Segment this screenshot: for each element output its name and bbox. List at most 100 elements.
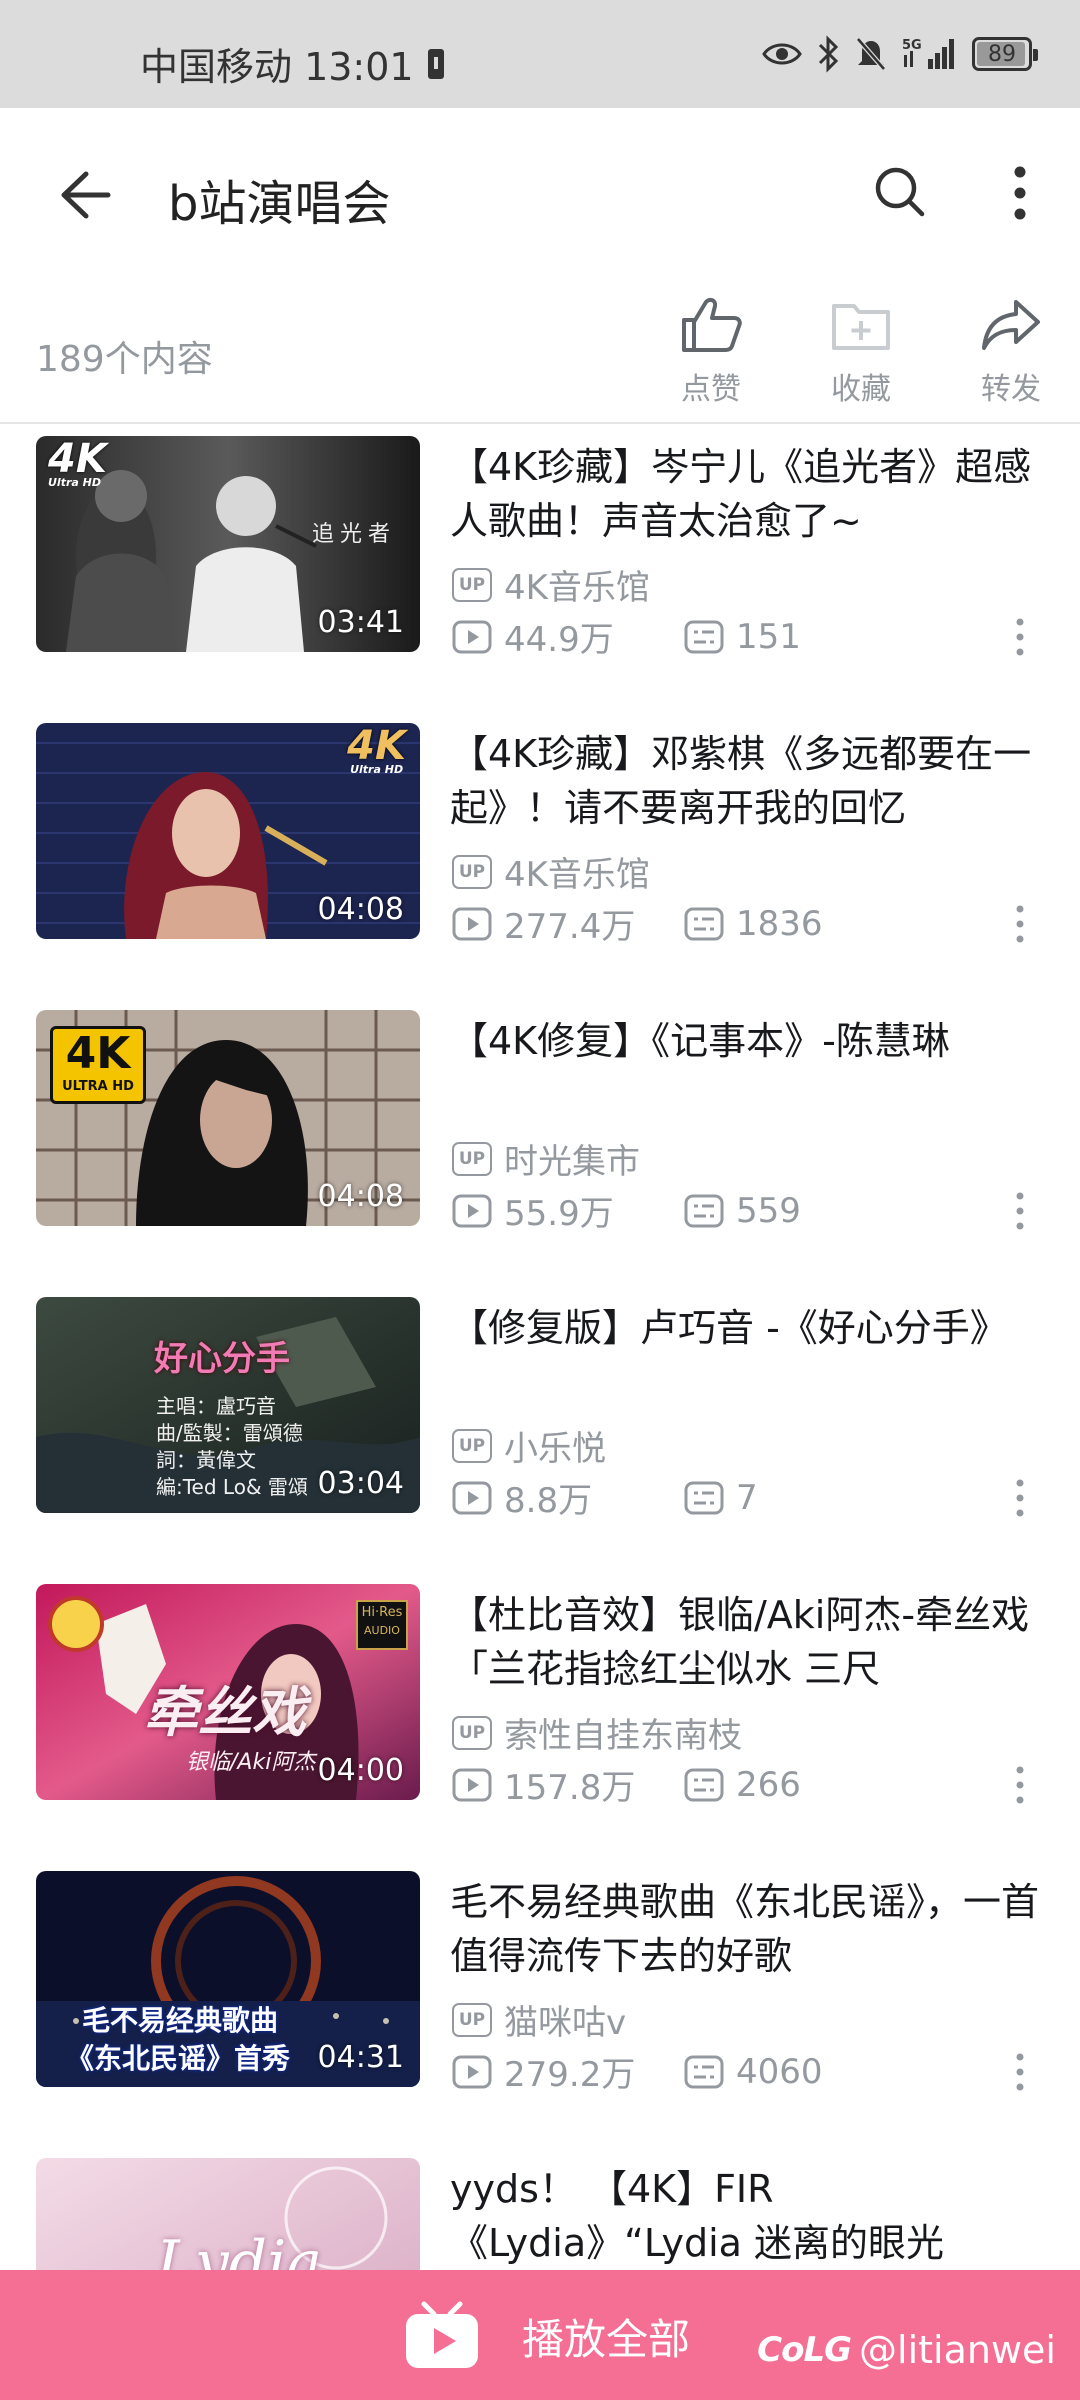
status-left: 中国移动 13:01	[140, 36, 444, 91]
video-item[interactable]: 4K Ultra HD 追光者 03:41 【4K珍藏】岑宁儿《追光者》超感人歌…	[0, 426, 1080, 713]
video-duration: 04:08	[317, 892, 404, 927]
thumb-title: 牵丝戏	[144, 1681, 306, 1744]
bluetooth-icon	[816, 34, 840, 74]
favorite-button[interactable]: 收藏	[806, 294, 916, 408]
uploader-row: UP 4K音乐馆	[452, 560, 650, 609]
uploader-name: 4K音乐馆	[504, 568, 650, 608]
video-item[interactable]: 4K Ultra HD 04:08 【4K珍藏】邓紫棋《多远都要在一起》！请不要…	[0, 713, 1080, 1000]
video-item[interactable]: 4K ULTRA HD 04:08 【4K修复】《记事本》-陈慧琳 UP 时光集…	[0, 1000, 1080, 1287]
up-icon: UP	[452, 567, 492, 602]
stats-row: 8.8万 7	[452, 1473, 758, 1522]
video-thumbnail[interactable]: 毛不易经典歌曲 《东北民谣》首秀 04:31	[36, 1871, 420, 2087]
play-count-icon	[452, 2055, 492, 2088]
status-right: 5G 89	[762, 34, 1038, 74]
watermark: CoLG @litianwei	[757, 2328, 1056, 2372]
danmaku-icon	[684, 2055, 724, 2088]
view-count: 157.8万	[452, 1760, 684, 1809]
watermark-logo: CoLG	[757, 2330, 852, 2370]
video-duration: 03:41	[317, 605, 404, 640]
more-vertical-icon	[1014, 166, 1026, 220]
video-title: yyds！ 【4K】FIR《Lydia》“Lydia 迷离的眼光	[450, 2167, 945, 2265]
play-all-button[interactable]: 播放全部	[402, 2300, 690, 2372]
video-thumbnail[interactable]: 4K Ultra HD 04:08	[36, 723, 420, 939]
comment-count: 1836	[684, 904, 823, 944]
item-more-button[interactable]	[1004, 901, 1036, 947]
video-title: 【修复版】卢巧音 -《好心分手》	[450, 1306, 1008, 1350]
thumb-text: 追光者	[312, 522, 397, 547]
favorite-label: 收藏	[831, 372, 891, 407]
search-button[interactable]	[868, 160, 932, 224]
video-duration: 04:08	[317, 1179, 404, 1214]
like-button[interactable]: 点赞	[656, 294, 766, 408]
play-count-icon	[452, 620, 492, 653]
comment-count: 266	[684, 1765, 801, 1805]
up-icon: UP	[452, 854, 492, 889]
danmaku-icon	[684, 1481, 724, 1514]
uploader-row: UP 小乐悦	[452, 1421, 606, 1470]
more-vertical-icon	[1016, 905, 1024, 943]
thumb-caption-1: 毛不易经典歌曲	[82, 2004, 279, 2037]
video-title: 【4K珍藏】邓紫棋《多远都要在一起》！请不要离开我的回忆	[450, 732, 1032, 830]
video-thumbnail[interactable]: 好心分手 主唱：盧巧音 曲/監製：雷頌德 詞：黃偉文 編:Ted Lo& 雷頌 …	[36, 1297, 420, 1513]
content-count: 189个内容	[36, 339, 213, 380]
play-count-icon	[452, 1194, 492, 1227]
back-arrow-icon	[61, 171, 111, 219]
video-item[interactable]: 好心分手 主唱：盧巧音 曲/監製：雷頌德 詞：黃偉文 編:Ted Lo& 雷頌 …	[0, 1287, 1080, 1574]
alert-icon	[427, 48, 444, 79]
network-label: 5G	[902, 38, 922, 53]
video-thumbnail[interactable]: 4K ULTRA HD 04:08	[36, 1010, 420, 1226]
up-icon: UP	[452, 2002, 492, 2037]
danmaku-icon	[684, 1768, 724, 1801]
status-bar: 中国移动 13:01 5G 89	[0, 0, 1080, 108]
uploader-row: UP 猫咪咕v	[452, 1995, 626, 2044]
eye-icon	[762, 34, 802, 74]
share-button[interactable]: 转发	[956, 294, 1066, 408]
watermark-user: @litianwei	[859, 2328, 1056, 2372]
video-item[interactable]: 牵丝戏 银临/Aki阿杰 Hi·Res AUDIO 04:00 【杜比音效】银临…	[0, 1574, 1080, 1861]
video-duration: 04:00	[317, 1753, 404, 1788]
uploader-row: UP 时光集市	[452, 1134, 640, 1183]
video-thumbnail[interactable]: 4K Ultra HD 追光者 03:41	[36, 436, 420, 652]
uploader-name: 索性自挂东南枝	[504, 1716, 742, 1756]
video-duration: 04:31	[317, 2040, 404, 2075]
video-title: 【4K珍藏】岑宁儿《追光者》超感人歌曲！声音太治愈了~	[450, 445, 1032, 543]
up-icon: UP	[452, 1428, 492, 1463]
thumb-credits: 主唱：盧巧音 曲/監製：雷頌德 詞：黃偉文 編:Ted Lo& 雷頌	[156, 1394, 308, 1499]
uploader-name: 4K音乐馆	[504, 855, 650, 895]
more-vertical-icon	[1016, 618, 1024, 656]
up-icon: UP	[452, 1715, 492, 1750]
battery-icon: 89	[972, 37, 1038, 71]
comment-count: 4060	[684, 2052, 823, 2092]
view-count: 55.9万	[452, 1186, 684, 1235]
video-title: 毛不易经典歌曲《东北民谣》，一首值得流传下去的好歌	[450, 1880, 1040, 1978]
play-count-icon	[452, 907, 492, 940]
item-more-button[interactable]	[1004, 1475, 1036, 1521]
item-more-button[interactable]	[1004, 614, 1036, 660]
folder-plus-icon	[832, 304, 890, 350]
view-count: 8.8万	[452, 1473, 684, 1522]
4k-ultra-hd-badge: 4K ULTRA HD	[50, 1026, 146, 1104]
thumbs-up-icon	[682, 297, 742, 352]
comment-count: 559	[684, 1191, 801, 1231]
stats-row: 44.9万 151	[452, 612, 801, 661]
comment-count: 7	[684, 1478, 758, 1518]
video-thumbnail[interactable]: 牵丝戏 银临/Aki阿杰 Hi·Res AUDIO 04:00	[36, 1584, 420, 1800]
mute-bell-icon	[854, 34, 888, 74]
item-more-button[interactable]	[1004, 1188, 1036, 1234]
collection-header: 189个内容 点赞 收藏 转发	[0, 278, 1080, 424]
play-all-bar[interactable]: 播放全部 CoLG @litianwei	[0, 2270, 1080, 2400]
danmaku-icon	[684, 907, 724, 940]
more-vertical-icon	[1016, 1479, 1024, 1517]
uploader-row: UP 4K音乐馆	[452, 847, 650, 896]
page-title: b站演唱会	[168, 176, 391, 232]
up-icon: UP	[452, 1141, 492, 1176]
video-item[interactable]: 毛不易经典歌曲 《东北民谣》首秀 04:31 毛不易经典歌曲《东北民谣》，一首值…	[0, 1861, 1080, 2148]
more-options-button[interactable]	[990, 158, 1050, 228]
item-more-button[interactable]	[1004, 1762, 1036, 1808]
item-more-button[interactable]	[1004, 2049, 1036, 2095]
battery-level: 89	[988, 41, 1016, 67]
video-title: 【4K修复】《记事本》-陈慧琳	[450, 1019, 950, 1063]
uploader-name: 小乐悦	[504, 1429, 606, 1469]
back-button[interactable]	[50, 160, 120, 230]
video-list: 4K Ultra HD 追光者 03:41 【4K珍藏】岑宁儿《追光者》超感人歌…	[0, 426, 1080, 2400]
